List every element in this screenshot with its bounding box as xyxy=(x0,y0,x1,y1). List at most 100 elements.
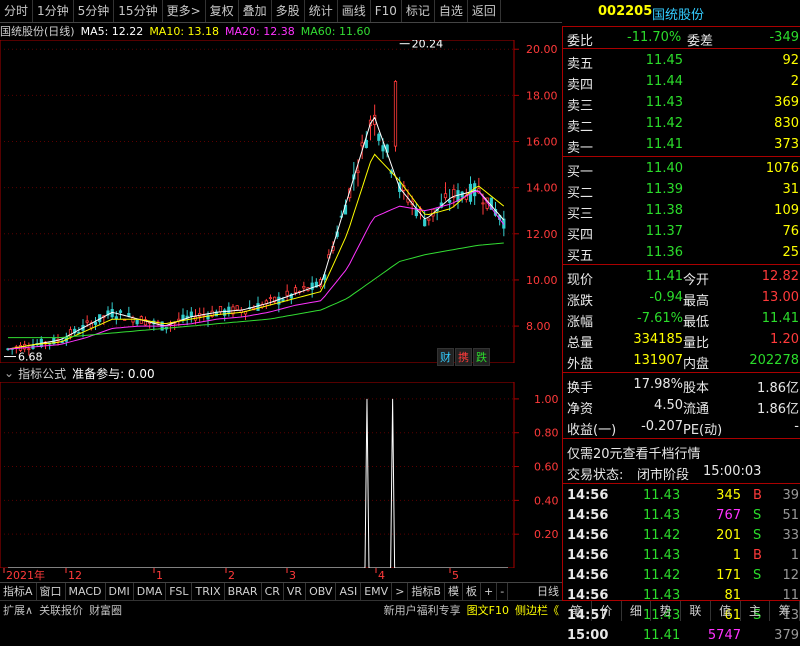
sell-level-5-price[interactable]: 11.45 xyxy=(646,53,683,68)
stat-label: 现价 xyxy=(567,273,594,288)
buy-level-4-price[interactable]: 11.37 xyxy=(646,224,683,239)
indicator-tab-3[interactable]: DMI xyxy=(106,583,134,601)
quote-tab-1[interactable]: 价 xyxy=(592,601,622,621)
buy-level-3-volume: 109 xyxy=(774,203,799,218)
toolbar-button-4[interactable]: 更多> xyxy=(163,0,206,22)
quote-tab-7[interactable]: 筹 xyxy=(770,601,800,621)
toolbar-button-11[interactable]: 标记 xyxy=(402,0,435,22)
stat-value: - xyxy=(794,419,799,434)
candle-body xyxy=(281,299,285,302)
quote-tab-3[interactable]: 势 xyxy=(651,601,681,621)
collapse-icon[interactable]: ⌄ xyxy=(4,366,14,380)
sell-level-3-price[interactable]: 11.43 xyxy=(646,95,683,110)
trade-status-time: 15:00:03 xyxy=(703,464,762,479)
candle-body xyxy=(189,311,193,317)
indicator-tab-12[interactable]: EMV xyxy=(361,583,393,601)
y-tick-label: 8.00 xyxy=(526,320,551,333)
kline-chart[interactable]: 8.00 10.00 12.00 14.00 16.00 18.00 20.00 20.24 6… xyxy=(0,40,562,363)
toolbar-button-2[interactable]: 5分钟 xyxy=(74,0,115,22)
quote-tab-6[interactable]: 主 xyxy=(741,601,771,621)
quote-tab-0[interactable]: 笔 xyxy=(562,601,592,621)
candle-body xyxy=(135,319,139,325)
stat-value: 334185 xyxy=(633,332,683,347)
indicator-tab-19[interactable]: 日线 xyxy=(534,583,562,601)
indicator-name[interactable]: 指标公式 xyxy=(18,365,66,382)
sidebar-button[interactable]: 侧边栏《 xyxy=(512,601,562,621)
indicator-tab-16[interactable]: 板 xyxy=(463,583,481,601)
tick-volume: 345 xyxy=(716,488,741,503)
stat-label: 最高 xyxy=(683,294,710,309)
stat-label: 收益(一) xyxy=(567,423,617,438)
sell-level-1-label: 卖一 xyxy=(567,141,594,156)
indicator-plot-area xyxy=(0,382,515,568)
indicator-tab-1[interactable]: 窗口 xyxy=(37,583,66,601)
sell-level-2-price[interactable]: 11.42 xyxy=(646,116,683,131)
toolbar-button-8[interactable]: 统计 xyxy=(305,0,338,22)
weibi-row: 委比 -11.70% 委差 -349 xyxy=(563,28,800,49)
toolbar-button-12[interactable]: 自选 xyxy=(435,0,468,22)
buy-level-4-volume: 76 xyxy=(782,224,799,239)
quote-tab-2[interactable]: 细 xyxy=(622,601,652,621)
indicator-tab-7[interactable]: BRAR xyxy=(225,583,262,601)
depth-promo[interactable]: 仅需20元查看千档行情 xyxy=(563,441,800,462)
indicator-tab-9[interactable]: VR xyxy=(284,583,307,601)
tick-count: 1 xyxy=(790,548,799,563)
y-tick-label: 20.00 xyxy=(526,43,558,56)
sell-level-2-volume: 830 xyxy=(774,116,799,131)
quote-tab-5[interactable]: 值 xyxy=(711,601,741,621)
stock-name[interactable]: 国统股份 xyxy=(652,4,704,23)
indicator-chart[interactable]: 0.20 0.40 0.60 0.80 1.00 xyxy=(0,382,562,568)
indicator-tab-11[interactable]: ASI xyxy=(336,583,362,601)
tick-time: 14:56 xyxy=(567,548,609,563)
indicator-tab-17[interactable]: + xyxy=(481,583,498,601)
buy-level-5-price[interactable]: 11.36 xyxy=(646,245,683,260)
toolbar-button-0[interactable]: 分时 xyxy=(0,0,34,22)
toolbar-button-7[interactable]: 多股 xyxy=(272,0,305,22)
toolbar-button-9[interactable]: 画线 xyxy=(338,0,371,22)
candle-body xyxy=(27,348,31,351)
indicator-tab-0[interactable]: 指标A xyxy=(0,583,37,601)
x-tick-label: 3 xyxy=(289,569,296,582)
chart-title[interactable]: 国统股份(日线) xyxy=(0,23,75,39)
f10-button[interactable]: 图文F10 xyxy=(464,601,512,621)
indicator-tab-13[interactable]: > xyxy=(392,583,409,601)
toolbar-button-3[interactable]: 15分钟 xyxy=(114,0,163,22)
sell-level-1-price[interactable]: 11.41 xyxy=(646,137,683,152)
indicator-tab-18[interactable]: - xyxy=(497,583,509,601)
candle-body xyxy=(85,320,89,323)
stat-label: 涨跌 xyxy=(567,294,594,309)
buy-level-1-price[interactable]: 11.40 xyxy=(646,161,683,176)
fortune-circle-button[interactable]: 财富圈 xyxy=(86,601,125,621)
candle-body xyxy=(356,170,360,174)
indicator-tab-8[interactable]: CR xyxy=(262,583,284,601)
sell-level-2: 卖二 11.42 830 xyxy=(563,114,800,135)
tick-time: 14:56 xyxy=(567,508,609,523)
toolbar-button-1[interactable]: 1分钟 xyxy=(33,0,74,22)
weidiff-value: -349 xyxy=(769,30,799,45)
buy-level-2-price[interactable]: 11.39 xyxy=(646,182,683,197)
chart-toolbar: 分时 1分钟 5分钟 15分钟 更多> 复权 叠加 多股 统计 画线 F10 标记 自选 返回 xyxy=(0,0,562,23)
expand-button[interactable]: 扩展∧ xyxy=(0,601,36,621)
y-tick-label: 0.20 xyxy=(534,528,559,541)
new-user-promo-link[interactable]: 新用户福利专享 xyxy=(381,601,464,621)
stat-label: 流通 xyxy=(683,402,710,417)
indicator-tab-14[interactable]: 指标B xyxy=(408,583,445,601)
sell-level-3-label: 卖三 xyxy=(567,99,594,114)
indicator-tab-15[interactable]: 模 xyxy=(445,583,463,601)
related-quote-button[interactable]: 关联报价 xyxy=(36,601,86,621)
toolbar-button-10[interactable]: F10 xyxy=(371,0,402,22)
tick-time: 14:56 xyxy=(567,568,609,583)
toolbar-button-13[interactable]: 返回 xyxy=(468,0,501,22)
quote-tab-4[interactable]: 联 xyxy=(681,601,711,621)
divider xyxy=(563,372,800,373)
depth-promo-text[interactable]: 仅需20元查看千档行情 xyxy=(567,443,701,462)
toolbar-button-6[interactable]: 叠加 xyxy=(239,0,272,22)
indicator-tab-10[interactable]: OBV xyxy=(306,583,337,601)
indicator-tab-5[interactable]: FSL xyxy=(166,583,193,601)
indicator-tab-4[interactable]: DMA xyxy=(134,583,167,601)
indicator-tab-2[interactable]: MACD xyxy=(66,583,106,601)
indicator-tab-6[interactable]: TRIX xyxy=(192,583,225,601)
buy-level-3-price[interactable]: 11.38 xyxy=(646,203,683,218)
toolbar-button-5[interactable]: 复权 xyxy=(206,0,239,22)
sell-level-4-price[interactable]: 11.44 xyxy=(646,74,683,89)
